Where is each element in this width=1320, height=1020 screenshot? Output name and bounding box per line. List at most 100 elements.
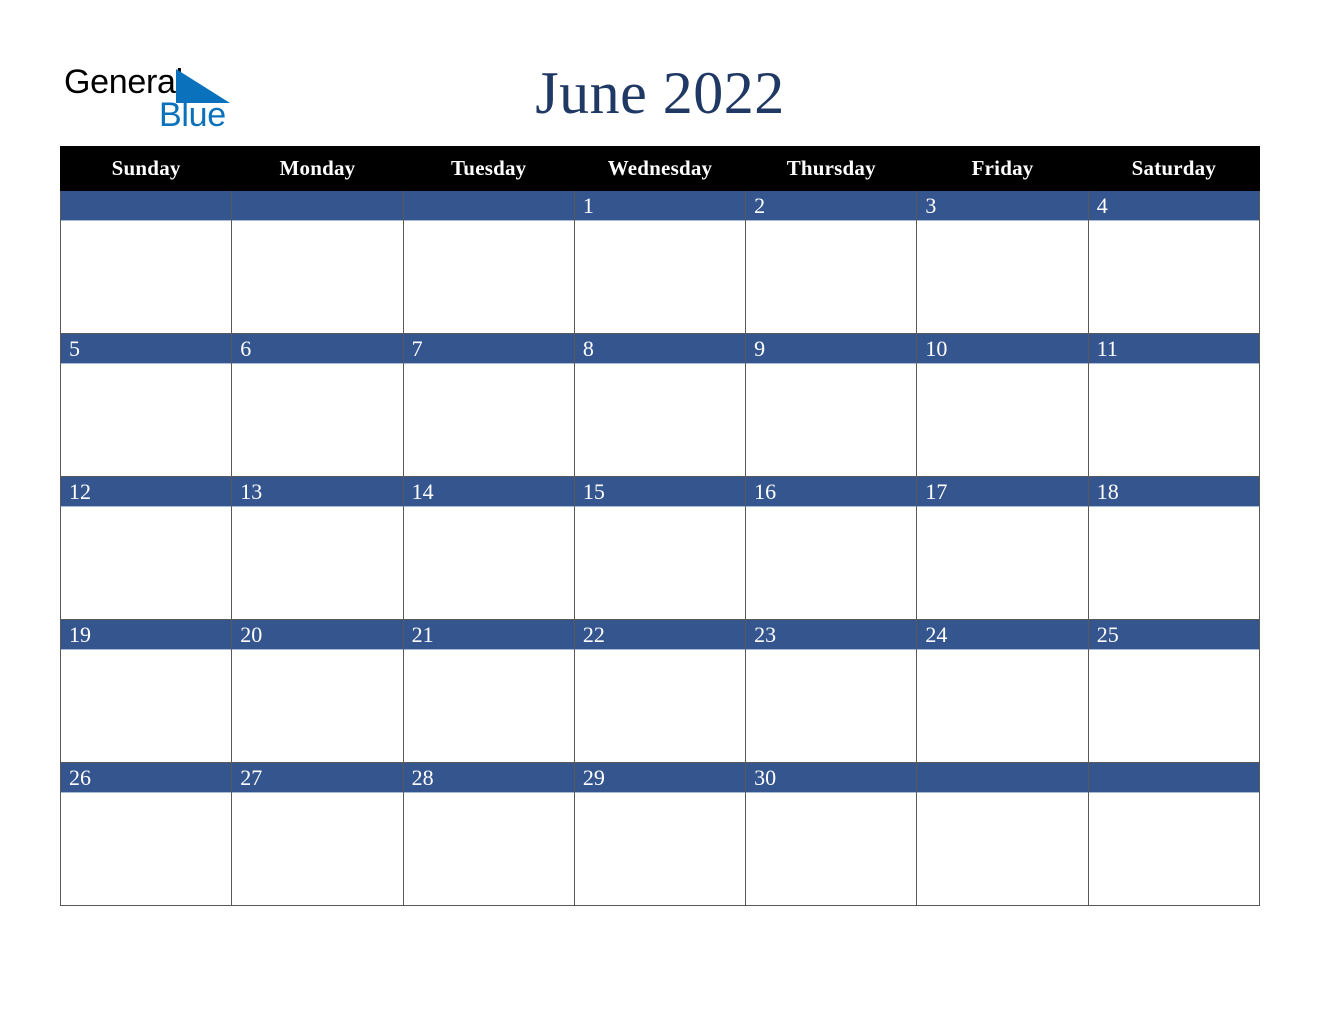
day-note-area[interactable]: [61, 507, 232, 618]
calendar-day-cell[interactable]: 30: [745, 762, 918, 906]
day-note-area[interactable]: [232, 650, 403, 761]
day-note-area[interactable]: [232, 221, 403, 332]
calendar-day-cell[interactable]: 28: [402, 762, 575, 906]
calendar-day-cell[interactable]: 1: [573, 190, 747, 334]
day-number: 10: [925, 336, 948, 361]
day-note-area[interactable]: [1088, 650, 1259, 761]
day-number: 22: [582, 622, 605, 647]
calendar-day-cell[interactable]: 13: [231, 476, 404, 620]
day-note-area[interactable]: [574, 364, 746, 475]
day-number-band: 20: [232, 620, 403, 650]
calendar-day-cell[interactable]: 19: [59, 619, 233, 763]
day-note-area[interactable]: [61, 364, 232, 475]
calendar-day-cell[interactable]: 12: [59, 476, 233, 620]
calendar-day-cell[interactable]: 26: [59, 762, 233, 906]
day-note-area[interactable]: [61, 793, 232, 904]
day-number-band: 3: [917, 191, 1088, 221]
weekday-header-tuesday: Tuesday: [402, 146, 575, 191]
weekday-header-saturday: Saturday: [1087, 146, 1261, 191]
day-number-band: 14: [403, 477, 574, 507]
calendar-day-cell[interactable]: 27: [231, 762, 404, 906]
day-note-area[interactable]: [746, 221, 917, 332]
calendar-day-cell[interactable]: 18: [1087, 476, 1261, 620]
calendar-day-cell[interactable]: [59, 190, 233, 334]
day-note-area[interactable]: [746, 507, 917, 618]
day-number-band: 23: [746, 620, 917, 650]
day-note-area[interactable]: [403, 507, 574, 618]
calendar-day-cell[interactable]: [1087, 762, 1261, 906]
day-note-area[interactable]: [403, 221, 574, 332]
calendar-day-cell[interactable]: 11: [1087, 333, 1261, 477]
weekday-header-thursday: Thursday: [745, 146, 918, 191]
day-number: 13: [240, 479, 263, 504]
day-number: 19: [69, 622, 91, 647]
calendar-day-cell[interactable]: 14: [402, 476, 575, 620]
calendar-day-cell[interactable]: 25: [1087, 619, 1261, 763]
day-number-band: 22: [574, 620, 746, 650]
calendar-day-cell[interactable]: 4: [1087, 190, 1261, 334]
day-cell-inner: 26: [61, 763, 232, 905]
calendar-day-cell[interactable]: 3: [916, 190, 1089, 334]
calendar-day-cell[interactable]: 23: [745, 619, 918, 763]
day-note-area[interactable]: [574, 221, 746, 332]
calendar-day-cell[interactable]: 6: [231, 333, 404, 477]
day-note-area[interactable]: [574, 507, 746, 618]
calendar-day-cell[interactable]: 2: [745, 190, 918, 334]
calendar-day-cell[interactable]: 24: [916, 619, 1089, 763]
day-note-area[interactable]: [61, 221, 232, 332]
day-cell-inner: [917, 763, 1088, 905]
day-note-area[interactable]: [917, 793, 1088, 904]
day-note-area[interactable]: [403, 793, 574, 904]
day-cell-inner: 23: [746, 620, 917, 762]
calendar-day-cell[interactable]: 21: [402, 619, 575, 763]
calendar-day-cell[interactable]: [231, 190, 404, 334]
day-note-area[interactable]: [232, 793, 403, 904]
day-note-area[interactable]: [746, 364, 917, 475]
calendar-day-cell[interactable]: 7: [402, 333, 575, 477]
calendar-day-cell[interactable]: 9: [745, 333, 918, 477]
day-number: 23: [754, 622, 777, 647]
day-note-area[interactable]: [1088, 221, 1259, 332]
day-number: 6: [240, 336, 252, 361]
calendar-day-cell[interactable]: 15: [573, 476, 747, 620]
day-number-band: [917, 763, 1088, 793]
calendar-day-cell[interactable]: 17: [916, 476, 1089, 620]
calendar-day-cell[interactable]: 20: [231, 619, 404, 763]
day-note-area[interactable]: [1088, 507, 1259, 618]
calendar-day-cell[interactable]: 10: [916, 333, 1089, 477]
day-number-band: [232, 191, 403, 221]
day-number-band: [403, 191, 574, 221]
day-number-band: 5: [61, 334, 232, 364]
day-note-area[interactable]: [917, 221, 1088, 332]
day-note-area[interactable]: [917, 507, 1088, 618]
weekday-header-sunday: Sunday: [59, 146, 233, 191]
day-note-area[interactable]: [403, 364, 574, 475]
day-note-area[interactable]: [232, 364, 403, 475]
day-note-area[interactable]: [1088, 364, 1259, 475]
day-cell-inner: 25: [1088, 620, 1259, 762]
day-note-area[interactable]: [574, 793, 746, 904]
calendar-day-cell[interactable]: 5: [59, 333, 233, 477]
day-note-area[interactable]: [403, 650, 574, 761]
day-number-band: 11: [1088, 334, 1259, 364]
day-note-area[interactable]: [1088, 793, 1259, 904]
day-number-band: 15: [574, 477, 746, 507]
day-note-area[interactable]: [917, 364, 1088, 475]
day-note-area[interactable]: [746, 650, 917, 761]
day-note-area[interactable]: [61, 650, 232, 761]
day-number: 12: [69, 479, 91, 504]
day-note-area[interactable]: [746, 793, 917, 904]
day-note-area[interactable]: [232, 507, 403, 618]
calendar-day-cell[interactable]: 16: [745, 476, 918, 620]
day-cell-inner: 9: [746, 334, 917, 476]
day-number: 11: [1096, 336, 1118, 361]
calendar-day-cell[interactable]: 29: [573, 762, 747, 906]
calendar-day-cell[interactable]: 22: [573, 619, 747, 763]
calendar-day-cell[interactable]: [402, 190, 575, 334]
calendar-day-cell[interactable]: [916, 762, 1089, 906]
weekday-header-friday: Friday: [916, 146, 1089, 191]
day-note-area[interactable]: [574, 650, 746, 761]
day-note-area[interactable]: [917, 650, 1088, 761]
calendar-day-cell[interactable]: 8: [573, 333, 747, 477]
day-number-band: [61, 191, 232, 221]
